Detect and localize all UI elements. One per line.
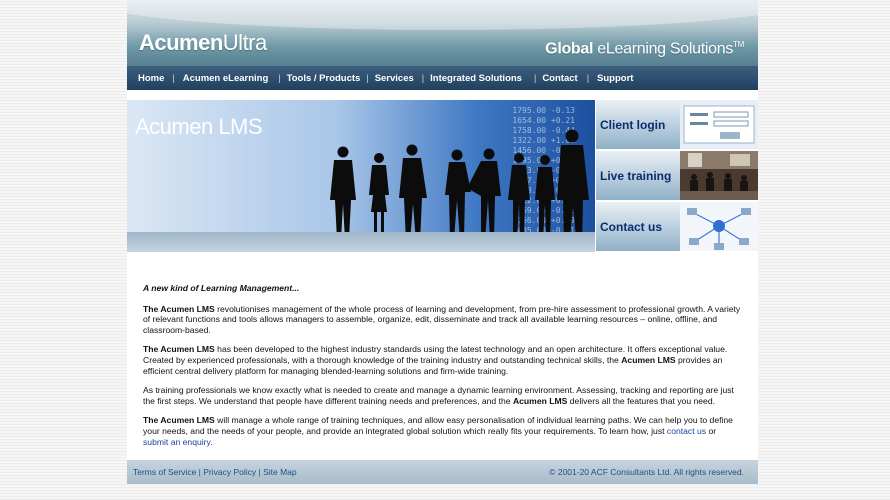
contact-us-label[interactable]: Contact us <box>596 202 680 251</box>
header-swoosh-decoration <box>127 0 758 30</box>
nav-tools-products[interactable]: Tools / Products <box>287 73 361 84</box>
paragraph-4-text-a: will manage a whole range of training te… <box>143 415 733 436</box>
nav-separator: | <box>366 73 369 83</box>
trademark-mark: TM <box>733 40 744 49</box>
privacy-policy-link[interactable]: Privacy Policy <box>203 467 256 477</box>
site-footer: Terms of Service | Privacy Policy | Site… <box>127 460 758 484</box>
brand-name-inline: Acumen LMS <box>621 354 676 365</box>
intro-heading: A new kind of Learning Management... <box>143 283 300 293</box>
contact-us-link[interactable]: contact us <box>667 426 706 436</box>
site-header: AcumenUltra Global eLearning SolutionsTM <box>127 0 758 66</box>
submit-enquiry-link[interactable]: submit an enquiry <box>143 437 210 447</box>
nav-separator: | <box>533 73 537 83</box>
nav-support[interactable]: Support <box>597 73 633 84</box>
nav-acumen-elearning[interactable]: Acumen eLearning <box>183 73 269 84</box>
hero-floor <box>127 232 595 252</box>
paragraph-3: As training professionals we know exactl… <box>143 385 743 406</box>
nav-integrated-solutions[interactable]: Integrated Solutions <box>430 73 522 84</box>
paragraph-4-or: or <box>706 425 717 436</box>
paragraph-1: The Acumen LMS revolutionises management… <box>143 304 743 336</box>
network-diagram-thumbnail <box>680 202 758 251</box>
brand-name: The Acumen LMS <box>143 415 215 426</box>
main-content: A new kind of Learning Management... The… <box>143 283 743 456</box>
login-screen-thumbnail <box>680 100 758 149</box>
hero-banner: 1795.00 -0.13 1654.00 +0.21 1758.00 -0.44 1… <box>127 100 595 252</box>
nav-separator: | <box>586 73 590 83</box>
paragraph-4: The Acumen LMS will manage a whole range… <box>143 415 743 447</box>
brand-name: The Acumen LMS <box>143 344 215 355</box>
brand-name: The Acumen LMS <box>143 303 215 314</box>
hero-title: Acumen LMS <box>135 114 263 139</box>
live-training-label[interactable]: Live training <box>596 151 680 200</box>
page-container: AcumenUltra Global eLearning SolutionsTM… <box>127 0 758 484</box>
logo-regular-text: Ultra <box>222 30 267 55</box>
brand-name-inline: Acumen LMS <box>512 395 568 406</box>
footer-links: Terms of Service | Privacy Policy | Site… <box>133 467 297 477</box>
paragraph-2: The Acumen LMS has been developed to the… <box>143 344 743 376</box>
logo-bold-text: Acumen <box>139 30 223 55</box>
nav-separator: | <box>421 73 425 83</box>
nav-separator: | <box>172 73 175 83</box>
nav-separator: | <box>278 73 281 83</box>
site-map-link[interactable]: Site Map <box>263 467 297 477</box>
tagline-bold: Global <box>545 40 594 58</box>
paragraph-3-text-b: delivers all the features that you need. <box>567 395 715 406</box>
main-navigation: Home | Acumen eLearning | Tools / Produc… <box>127 66 758 90</box>
paragraph-4-end: . <box>210 436 213 447</box>
nav-contact[interactable]: Contact <box>542 73 577 84</box>
copyright-notice: © 2001-20 ACF Consultants Ltd. All right… <box>549 467 744 477</box>
nav-home[interactable]: Home <box>138 73 164 84</box>
client-login-panel[interactable]: Client login <box>596 100 758 149</box>
terms-of-service-link[interactable]: Terms of Service <box>133 467 196 477</box>
tagline-regular: eLearning Solutions <box>593 40 734 58</box>
paragraph-1-text: revolutionises management of the whole p… <box>143 303 741 335</box>
live-training-panel[interactable]: Live training <box>596 151 758 200</box>
classroom-photo-thumbnail <box>680 151 758 200</box>
site-tagline: Global eLearning SolutionsTM <box>545 40 744 58</box>
site-logo[interactable]: AcumenUltra <box>139 30 267 56</box>
nav-services[interactable]: Services <box>375 73 414 84</box>
contact-us-panel[interactable]: Contact us <box>596 202 758 251</box>
client-login-label[interactable]: Client login <box>596 100 680 149</box>
